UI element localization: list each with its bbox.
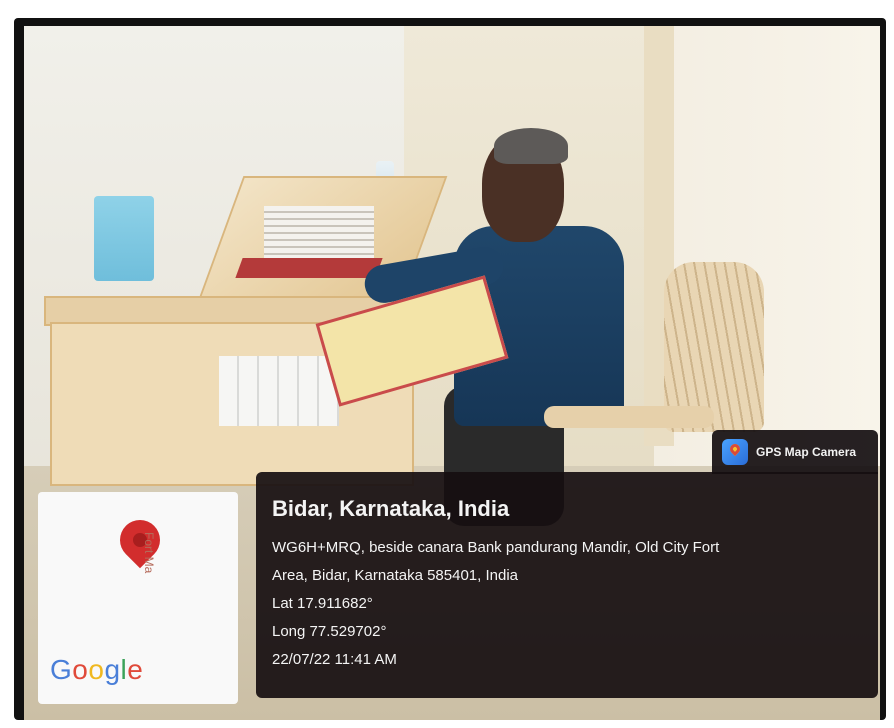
file-stack	[264, 206, 374, 261]
google-letter: o	[88, 654, 105, 685]
google-logo: Google	[50, 654, 143, 686]
red-file	[235, 258, 383, 278]
latitude: Lat 17.911682°	[272, 595, 373, 612]
map-place-label: Fort Ma	[142, 532, 156, 574]
location-overlay: Bidar, Karnataka, India WG6H+MRQ, beside…	[256, 472, 878, 698]
longitude: Long 77.529702°	[272, 623, 387, 640]
chair-arm	[544, 406, 714, 428]
google-letter: e	[127, 654, 144, 685]
google-letter: o	[72, 654, 89, 685]
address-line-2: Area, Bidar, Karnataka 585401, India	[272, 567, 519, 584]
gps-badge-label: GPS Map Camera	[756, 445, 857, 459]
address-line-1: WG6H+MRQ, beside canara Bank pandurang M…	[272, 539, 720, 556]
paper-stack	[219, 356, 339, 426]
gps-map-camera-badge: GPS Map Camera	[712, 430, 878, 474]
map-pin-icon	[111, 511, 169, 569]
google-letter: G	[50, 654, 73, 685]
person-hair	[494, 128, 568, 164]
timestamp: 22/07/22 11:41 AM	[272, 651, 397, 668]
location-title: Bidar, Karnataka, India	[272, 496, 510, 521]
gps-map-camera-app-icon	[722, 439, 748, 465]
sanitizer-bottle	[94, 196, 154, 281]
map-thumbnail: Fort Ma Google	[38, 492, 238, 704]
google-letter: g	[104, 654, 121, 685]
